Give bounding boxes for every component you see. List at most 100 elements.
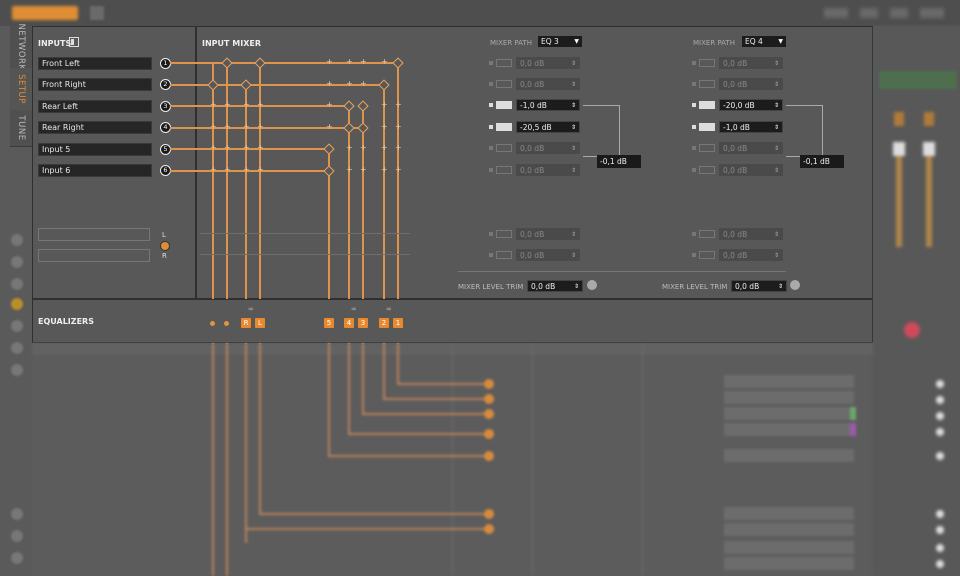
mix-gain-field[interactable]: 0,0 dB ⇕ bbox=[516, 78, 580, 90]
eq-badge-2[interactable]: 2 bbox=[379, 318, 389, 328]
stereo-input-left[interactable] bbox=[38, 228, 150, 241]
polarity-toggle[interactable] bbox=[699, 59, 715, 67]
window-controls[interactable] bbox=[824, 8, 944, 18]
crosspoint-plus-icon[interactable]: + bbox=[395, 166, 402, 174]
mixer-path-select-1[interactable]: EQ 3 ▼ bbox=[538, 36, 582, 47]
side-tool-icon[interactable] bbox=[11, 234, 23, 246]
polarity-toggle[interactable] bbox=[496, 80, 512, 88]
crosspoint-plus-icon[interactable]: + bbox=[243, 123, 250, 131]
polarity-toggle-minus-icon[interactable] bbox=[496, 123, 512, 131]
crosspoint-plus-icon[interactable]: + bbox=[243, 101, 250, 109]
eq-badge-5[interactable]: 5 bbox=[324, 318, 334, 328]
mix-gain-field[interactable]: 0,0 dB ⇕ bbox=[516, 249, 580, 261]
menu-icon[interactable] bbox=[90, 6, 104, 20]
crosspoint-plus-icon[interactable]: + bbox=[224, 123, 231, 131]
crosspoint-plus-icon[interactable]: + bbox=[381, 58, 388, 66]
input-channel-4[interactable]: Rear Right bbox=[38, 121, 152, 134]
crosspoint-plus-icon[interactable]: + bbox=[210, 144, 217, 152]
polarity-toggle[interactable] bbox=[496, 251, 512, 259]
link-icon[interactable]: ∞ bbox=[386, 305, 392, 313]
mix-gain-field[interactable]: 0,0 dB ⇕ bbox=[719, 228, 783, 240]
side-tool-icon[interactable] bbox=[11, 552, 23, 564]
crosspoint-plus-icon[interactable]: + bbox=[257, 144, 264, 152]
crosspoint-plus-icon[interactable]: + bbox=[210, 166, 217, 174]
crosspoint-plus-icon[interactable]: + bbox=[210, 101, 217, 109]
polarity-toggle[interactable] bbox=[699, 251, 715, 259]
crosspoint-plus-icon[interactable]: + bbox=[243, 166, 250, 174]
crosspoint-plus-icon[interactable]: + bbox=[257, 166, 264, 174]
side-tool-icon[interactable] bbox=[11, 278, 23, 290]
mix-gain-field[interactable]: 0,0 dB ⇕ bbox=[516, 228, 580, 240]
tab-setup[interactable]: SETUP bbox=[10, 68, 32, 111]
crosspoint-plus-icon[interactable]: + bbox=[326, 123, 333, 131]
mix-gain-field[interactable]: -20,5 dB ⇕ bbox=[516, 121, 580, 133]
mix-gain-field[interactable]: 0,0 dB ⇕ bbox=[516, 142, 580, 154]
mix-gain-field[interactable]: 0,0 dB ⇕ bbox=[719, 57, 783, 69]
crosspoint-plus-icon[interactable]: + bbox=[360, 166, 367, 174]
trim-reset-button[interactable] bbox=[790, 280, 800, 290]
tab-tune[interactable]: TUNE bbox=[10, 110, 32, 147]
crosspoint-plus-icon[interactable]: + bbox=[381, 166, 388, 174]
input-channel-3[interactable]: Rear Left bbox=[38, 100, 152, 113]
input-channel-2[interactable]: Front Right bbox=[38, 78, 152, 91]
crosspoint-plus-icon[interactable]: + bbox=[326, 80, 333, 88]
crosspoint-plus-icon[interactable]: + bbox=[395, 144, 402, 152]
mix-gain-field[interactable]: -20,0 dB ⇕ bbox=[719, 99, 783, 111]
mix-gain-field[interactable]: -1,0 dB ⇕ bbox=[516, 99, 580, 111]
polarity-toggle-plus-icon[interactable] bbox=[496, 101, 512, 109]
crosspoint-plus-icon[interactable]: + bbox=[346, 166, 353, 174]
crosspoint-plus-icon[interactable]: + bbox=[210, 123, 217, 131]
side-tool-icon[interactable] bbox=[11, 342, 23, 354]
crosspoint-plus-icon[interactable]: + bbox=[346, 80, 353, 88]
eq-badge-l[interactable]: L bbox=[255, 318, 265, 328]
mix-gain-field[interactable]: 0,0 dB ⇕ bbox=[719, 164, 783, 176]
crosspoint-plus-icon[interactable]: + bbox=[346, 144, 353, 152]
mix-gain-field[interactable]: 0,0 dB ⇕ bbox=[719, 142, 783, 154]
polarity-toggle[interactable] bbox=[699, 230, 715, 238]
input-channel-1[interactable]: Front Left bbox=[38, 57, 152, 70]
crosspoint-plus-icon[interactable]: + bbox=[224, 144, 231, 152]
side-tool-icon[interactable] bbox=[11, 530, 23, 542]
link-icon[interactable] bbox=[160, 241, 170, 251]
crosspoint-plus-icon[interactable]: + bbox=[224, 101, 231, 109]
polarity-toggle[interactable] bbox=[496, 59, 512, 67]
polarity-toggle-plus-icon[interactable] bbox=[699, 123, 715, 131]
polarity-toggle-minus-icon[interactable] bbox=[699, 101, 715, 109]
crosspoint-plus-icon[interactable]: + bbox=[257, 123, 264, 131]
polarity-toggle[interactable] bbox=[496, 166, 512, 174]
polarity-toggle[interactable] bbox=[496, 230, 512, 238]
crosspoint-plus-icon[interactable]: + bbox=[360, 58, 367, 66]
mix-gain-field[interactable]: 0,0 dB ⇕ bbox=[516, 57, 580, 69]
crosspoint-plus-icon[interactable]: + bbox=[360, 144, 367, 152]
crosspoint-plus-icon[interactable]: + bbox=[224, 166, 231, 174]
side-tool-icon[interactable] bbox=[11, 508, 23, 520]
crosspoint-plus-icon[interactable]: + bbox=[346, 58, 353, 66]
tab-network[interactable]: NETWORK bbox=[10, 24, 32, 71]
crosspoint-plus-icon[interactable]: + bbox=[381, 144, 388, 152]
stereo-input-right[interactable] bbox=[38, 249, 150, 262]
inputs-toggle-icon[interactable] bbox=[69, 37, 79, 47]
side-tool-icon[interactable] bbox=[11, 320, 23, 332]
polarity-toggle[interactable] bbox=[699, 80, 715, 88]
eq-badge-1[interactable]: 1 bbox=[393, 318, 403, 328]
input-channel-5[interactable]: Input 5 bbox=[38, 143, 152, 156]
crosspoint-plus-icon[interactable]: + bbox=[326, 58, 333, 66]
eq-badge-r[interactable]: R bbox=[241, 318, 251, 328]
mix-gain-field[interactable]: -1,0 dB ⇕ bbox=[719, 121, 783, 133]
mix-gain-field[interactable]: 0,0 dB ⇕ bbox=[719, 249, 783, 261]
input-channel-6[interactable]: Input 6 bbox=[38, 164, 152, 177]
polarity-toggle[interactable] bbox=[699, 144, 715, 152]
crosspoint-plus-icon[interactable]: + bbox=[381, 101, 388, 109]
crosspoint-plus-icon[interactable]: + bbox=[395, 123, 402, 131]
mixer-trim-field-2[interactable]: 0,0 dB ⇕ bbox=[731, 280, 787, 292]
logo-button[interactable] bbox=[12, 6, 78, 20]
polarity-toggle[interactable] bbox=[496, 144, 512, 152]
eq-badge-3[interactable]: 3 bbox=[358, 318, 368, 328]
crosspoint-plus-icon[interactable]: + bbox=[360, 80, 367, 88]
mix-gain-field[interactable]: 0,0 dB ⇕ bbox=[719, 78, 783, 90]
eq-badge-4[interactable]: 4 bbox=[344, 318, 354, 328]
side-tool-icon[interactable] bbox=[11, 256, 23, 268]
mixer-trim-field-1[interactable]: 0,0 dB ⇕ bbox=[527, 280, 583, 292]
mixer-path-select-2[interactable]: EQ 4 ▼ bbox=[742, 36, 786, 47]
link-icon[interactable]: ∞ bbox=[351, 305, 357, 313]
